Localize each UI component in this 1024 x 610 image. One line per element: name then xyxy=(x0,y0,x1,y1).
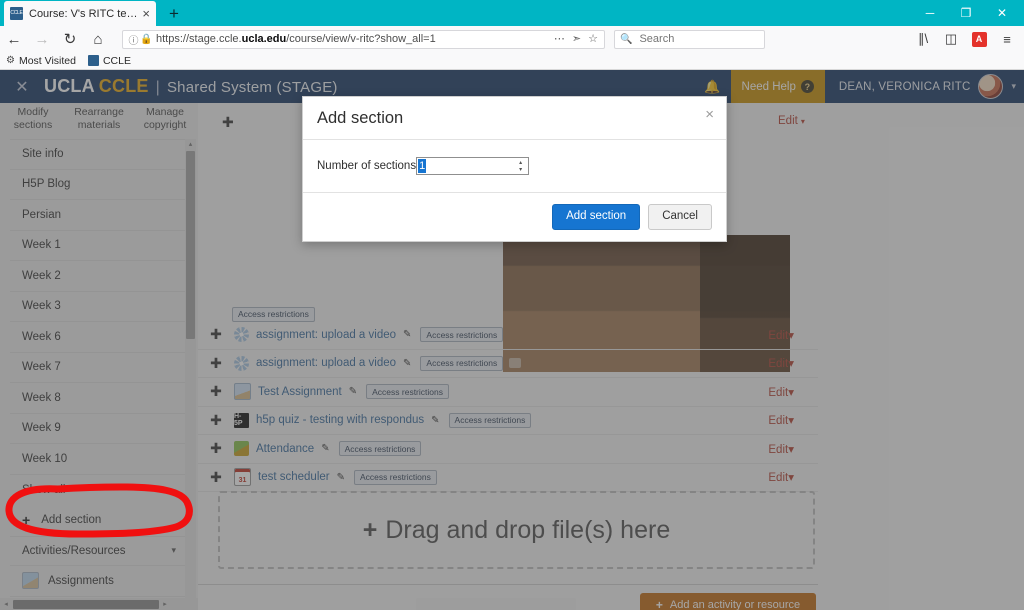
dialog-body: Number of sections 1 ▴ ▾ xyxy=(303,140,726,192)
ccle-favicon-icon xyxy=(87,55,99,66)
lock-icon: 🔒 xyxy=(140,33,153,45)
sidebar-icon[interactable]: ◫ xyxy=(938,27,964,51)
tab-title: Course: V's RITC testing site xyxy=(29,7,138,20)
stepper-up-icon[interactable]: ▴ xyxy=(519,160,522,166)
url-suffix: /course/view/v-ritc?show_all=1 xyxy=(286,33,436,45)
back-icon[interactable]: ← xyxy=(0,26,28,52)
bookmark-most-visited[interactable]: ⚙ Most Visited xyxy=(6,55,76,67)
url-domain: ucla.edu xyxy=(241,33,287,45)
menu-icon[interactable]: ≡ xyxy=(994,27,1020,51)
toolbar-right: ∥\ ◫ A ≡ xyxy=(910,27,1024,51)
pdf-icon[interactable]: A xyxy=(966,27,992,51)
stepper-arrows[interactable]: ▴ ▾ xyxy=(516,160,525,173)
bookmarks-bar: ⚙ Most Visited CCLE xyxy=(0,52,1024,70)
browser-tab[interactable]: CCLE Course: V's RITC testing site × xyxy=(4,1,156,26)
number-of-sections-label: Number of sections xyxy=(317,160,417,172)
address-bar[interactable]: ⓘ 🔒 https://stage.ccle.ucla.edu/course/v… xyxy=(122,29,605,49)
library-icon[interactable]: ∥\ xyxy=(910,27,936,51)
reload-icon[interactable]: ↻ xyxy=(56,26,84,52)
bookmark-star-icon[interactable]: ☆ xyxy=(588,33,598,45)
maximize-icon[interactable]: ❐ xyxy=(948,0,984,26)
pdf-badge: A xyxy=(971,31,987,47)
add-section-dialog: Add section × Number of sections 1 ▴ ▾ A… xyxy=(302,96,727,242)
site-info-icon[interactable]: ⓘ xyxy=(127,32,140,47)
gear-icon: ⚙ xyxy=(6,54,15,66)
dialog-title: Add section xyxy=(317,108,404,127)
pocket-icon[interactable]: ➣ xyxy=(572,33,581,45)
stepper-down-icon[interactable]: ▾ xyxy=(519,167,522,173)
number-of-sections-stepper[interactable]: 1 ▴ ▾ xyxy=(416,157,530,175)
search-input[interactable] xyxy=(637,32,752,46)
cancel-button[interactable]: Cancel xyxy=(648,204,712,230)
close-icon[interactable]: × xyxy=(705,107,714,122)
browser-titlebar: CCLE Course: V's RITC testing site × + ─… xyxy=(0,0,1024,26)
dialog-footer: Add section Cancel xyxy=(303,192,726,241)
forward-icon[interactable]: → xyxy=(28,26,56,52)
address-bar-actions: ⋯ ➣ ☆ xyxy=(554,33,600,45)
new-tab-button[interactable]: + xyxy=(164,4,184,24)
close-icon[interactable]: × xyxy=(138,7,150,20)
url-prefix: https://stage.ccle. xyxy=(156,33,242,45)
bookmark-ccle[interactable]: CCLE xyxy=(87,54,131,67)
home-icon[interactable]: ⌂ xyxy=(84,26,112,52)
minimize-icon[interactable]: ─ xyxy=(912,0,948,26)
bookmark-label: CCLE xyxy=(102,54,131,67)
bookmark-label: Most Visited xyxy=(18,54,76,67)
browser-navbar: ← → ↻ ⌂ ⓘ 🔒 https://stage.ccle.ucla.edu/… xyxy=(0,26,1024,52)
window-controls: ─ ❐ ✕ xyxy=(912,0,1020,26)
more-icon[interactable]: ⋯ xyxy=(554,33,565,45)
url-text: https://stage.ccle.ucla.edu/course/view/… xyxy=(156,33,436,45)
browser-window: CCLE Course: V's RITC testing site × + ─… xyxy=(0,0,1024,610)
number-of-sections-value[interactable]: 1 xyxy=(418,159,427,173)
add-section-submit-button[interactable]: Add section xyxy=(552,204,641,230)
search-icon: 🔍 xyxy=(620,33,633,45)
page-viewport: ✕ UCLA CCLE | Shared System (STAGE) 🔔 Ne… xyxy=(0,70,1024,610)
ccle-favicon-icon: CCLE xyxy=(10,7,23,20)
dialog-header: Add section × xyxy=(303,97,726,140)
window-close-icon[interactable]: ✕ xyxy=(984,0,1020,26)
browser-search-bar[interactable]: 🔍 xyxy=(614,29,765,49)
